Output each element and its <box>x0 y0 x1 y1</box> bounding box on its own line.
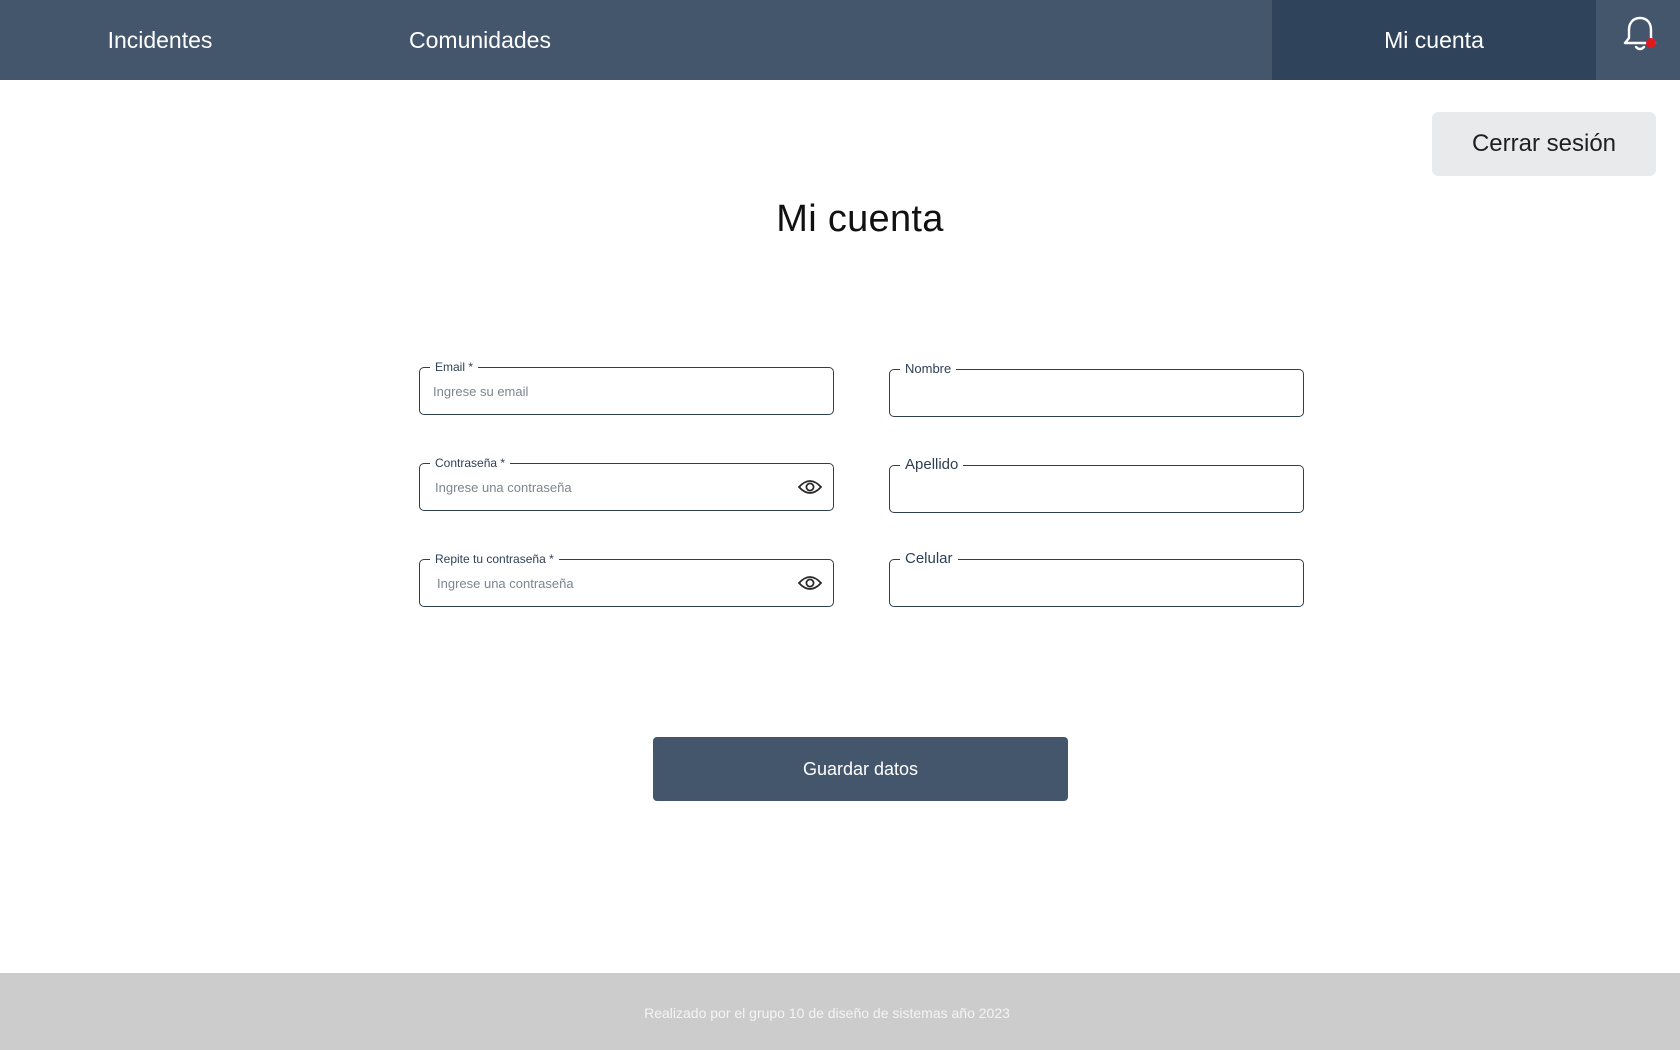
password-input[interactable] <box>435 464 775 510</box>
eye-icon[interactable] <box>797 476 823 498</box>
nav-item-mi-cuenta[interactable]: Mi cuenta <box>1272 0 1596 80</box>
email-input[interactable] <box>433 368 773 414</box>
footer: Realizado por el grupo 10 de diseño de s… <box>0 973 1680 1050</box>
password-field: Contraseña * <box>419 455 834 511</box>
email-field: Email * <box>419 359 834 415</box>
top-navbar: Incidentes Comunidades Mi cuenta <box>0 0 1680 80</box>
eye-icon[interactable] <box>797 572 823 594</box>
nav-item-comunidades[interactable]: Comunidades <box>380 0 580 80</box>
celular-input[interactable] <box>903 560 1243 606</box>
footer-text: Realizado por el grupo 10 de diseño de s… <box>644 1005 1010 1021</box>
celular-field: Celular <box>889 549 1304 607</box>
save-button[interactable]: Guardar datos <box>653 737 1068 801</box>
apellido-input[interactable] <box>903 466 1243 512</box>
bell-icon[interactable] <box>1620 14 1660 54</box>
page-title: Mi cuenta <box>776 198 944 240</box>
nav-item-incidentes[interactable]: Incidentes <box>60 0 260 80</box>
nombre-input[interactable] <box>903 370 1243 416</box>
notification-dot <box>1646 38 1656 48</box>
logout-button[interactable]: Cerrar sesión <box>1432 112 1656 176</box>
apellido-field: Apellido <box>889 455 1304 513</box>
nombre-field: Nombre <box>889 361 1304 417</box>
password-repeat-input[interactable] <box>437 560 777 606</box>
password-repeat-field: Repite tu contraseña * <box>419 551 834 607</box>
